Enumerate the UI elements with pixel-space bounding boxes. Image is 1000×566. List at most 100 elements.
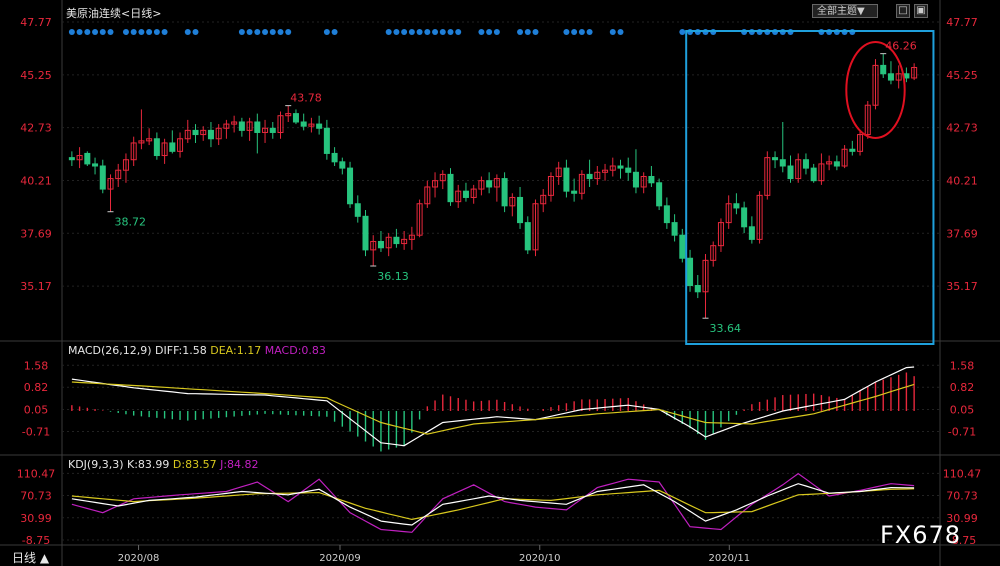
candle-body bbox=[802, 159, 809, 169]
k-line bbox=[71, 483, 915, 526]
signal-dot bbox=[161, 29, 168, 35]
kdj-lines bbox=[71, 472, 915, 533]
signal-dot bbox=[609, 29, 616, 35]
signal-dot bbox=[455, 29, 462, 35]
signal-dot bbox=[493, 29, 500, 35]
restore-button[interactable]: □ bbox=[896, 4, 910, 18]
candle-body bbox=[833, 161, 840, 167]
price-tick-left: 35.17 bbox=[20, 280, 52, 293]
signal-dot bbox=[262, 29, 269, 35]
signal-dot bbox=[76, 29, 83, 35]
macd-tick-left: -0.71 bbox=[22, 425, 50, 438]
macd-tick-left: 0.82 bbox=[24, 381, 49, 394]
candle-body bbox=[617, 165, 624, 169]
kdj-k-value: K:83.99 bbox=[127, 458, 170, 471]
extreme-label: 38.72 bbox=[115, 216, 147, 229]
candle-body bbox=[462, 190, 469, 198]
candle-body bbox=[238, 121, 245, 131]
candle-body bbox=[671, 222, 678, 236]
signal-dot bbox=[92, 29, 99, 35]
signal-dot bbox=[432, 29, 439, 35]
candle-body bbox=[779, 159, 786, 167]
macd-dea-value: DEA:1.17 bbox=[210, 344, 262, 357]
candle-body bbox=[787, 165, 794, 180]
candle-body bbox=[377, 240, 384, 249]
candle-body bbox=[501, 178, 508, 207]
diff-line bbox=[71, 366, 915, 447]
signal-dot bbox=[679, 29, 686, 35]
candle-body bbox=[648, 175, 655, 184]
signal-dot bbox=[246, 29, 253, 35]
candle-body bbox=[362, 215, 369, 251]
candle-body bbox=[447, 173, 454, 203]
signal-dot bbox=[68, 29, 75, 35]
candle-body bbox=[656, 182, 663, 207]
signal-dot bbox=[478, 29, 485, 35]
candlestick-series bbox=[68, 53, 918, 319]
price-tick-left: 47.77 bbox=[20, 16, 52, 29]
signal-dot bbox=[393, 29, 400, 35]
macd-macd-value: MACD:0.83 bbox=[264, 344, 326, 357]
candle-body bbox=[741, 207, 748, 228]
signal-dot bbox=[524, 29, 531, 35]
price-tick-left: 37.69 bbox=[20, 227, 52, 240]
signal-dot bbox=[532, 29, 539, 35]
signal-dot bbox=[138, 29, 145, 35]
extreme-label: 46.26 bbox=[885, 40, 917, 53]
macd-tick-right: 1.58 bbox=[950, 359, 975, 372]
signal-dot bbox=[153, 29, 160, 35]
signal-dot bbox=[331, 29, 338, 35]
chart-title: 美原油连续<日线> bbox=[66, 7, 162, 20]
candle-body bbox=[99, 165, 106, 190]
macd-tick-right: 0.82 bbox=[950, 381, 975, 394]
signal-dot bbox=[447, 29, 454, 35]
expand-button[interactable]: ▣ bbox=[914, 4, 928, 18]
signal-dot bbox=[107, 29, 114, 35]
candle-body bbox=[354, 203, 361, 217]
signal-dot bbox=[563, 29, 570, 35]
j-line bbox=[71, 472, 915, 533]
signal-dot bbox=[192, 29, 199, 35]
dea-line bbox=[71, 381, 915, 435]
signal-dot bbox=[122, 29, 129, 35]
candle-body bbox=[153, 138, 160, 157]
kdj-tick-left: 70.73 bbox=[20, 490, 52, 503]
candle-body bbox=[733, 203, 740, 209]
signal-dot bbox=[269, 29, 276, 35]
candle-body bbox=[849, 148, 856, 152]
candle-body bbox=[524, 222, 531, 251]
price-tick-left: 40.21 bbox=[20, 174, 52, 187]
price-tick-left: 42.73 bbox=[20, 122, 52, 135]
candle-body bbox=[300, 121, 307, 127]
macd-tick-left: 0.05 bbox=[24, 404, 49, 417]
candle-body bbox=[887, 73, 894, 81]
candle-body bbox=[810, 167, 817, 182]
kdj-j-value: J:84.82 bbox=[220, 458, 259, 471]
macd-tick-left: 1.58 bbox=[24, 359, 49, 372]
macd-diff-value: DIFF:1.58 bbox=[155, 344, 207, 357]
signal-dot bbox=[617, 29, 624, 35]
price-tick-right: 40.21 bbox=[946, 174, 978, 187]
kdj-tick-right: 70.73 bbox=[946, 490, 978, 503]
x-tick-label: 2020/09 bbox=[319, 553, 361, 564]
candle-body bbox=[323, 127, 330, 154]
theme-select[interactable]: 全部主题▼ bbox=[812, 4, 878, 18]
extreme-label: 43.78 bbox=[290, 92, 322, 105]
signal-dot bbox=[254, 29, 261, 35]
candle-body bbox=[517, 196, 524, 224]
kdj-params: KDJ(9,3,3) bbox=[68, 458, 124, 471]
candle-body bbox=[694, 284, 701, 293]
candle-body bbox=[347, 167, 354, 205]
candle-body bbox=[663, 205, 670, 224]
signal-dot bbox=[408, 29, 415, 35]
signal-dot bbox=[130, 29, 137, 35]
signal-dot bbox=[401, 29, 408, 35]
macd-tick-right: -0.71 bbox=[948, 425, 976, 438]
extreme-label: 33.64 bbox=[710, 322, 742, 335]
signal-dot bbox=[285, 29, 292, 35]
kdj-tick-left: 30.99 bbox=[20, 512, 52, 525]
timeframe-toggle[interactable]: 日线 ▲ bbox=[12, 549, 49, 566]
candle-body bbox=[192, 129, 199, 136]
signal-dot bbox=[586, 29, 593, 35]
candle-body bbox=[679, 234, 686, 259]
